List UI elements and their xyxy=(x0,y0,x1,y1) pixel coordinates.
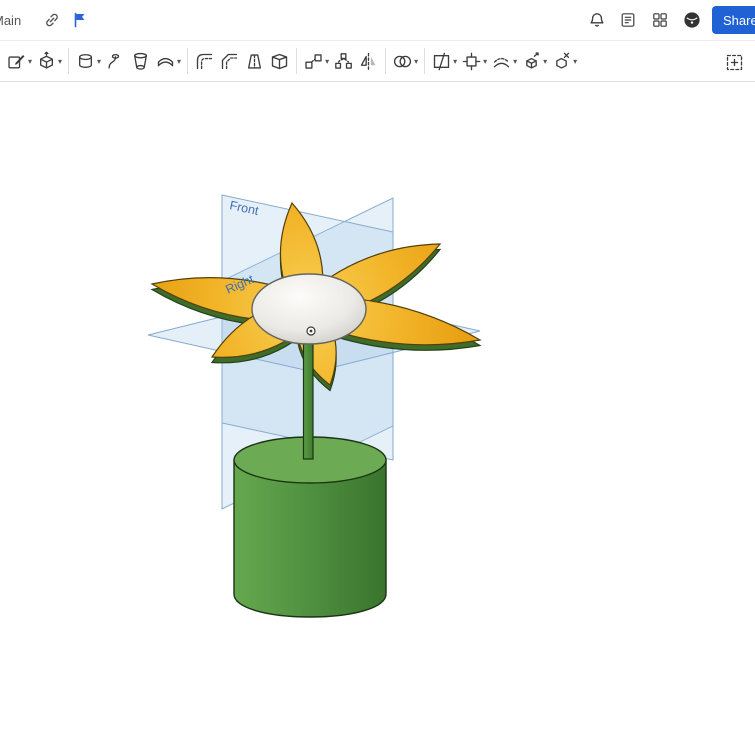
tool-fillet[interactable] xyxy=(193,49,216,74)
tool-boolean[interactable]: ▾ xyxy=(391,49,419,74)
origin-point-dot xyxy=(309,329,313,333)
chevron-down-icon: ▾ xyxy=(543,56,548,66)
tool-delete-face[interactable]: ▾ xyxy=(550,49,578,74)
help-icon[interactable] xyxy=(683,11,701,29)
tool-transform[interactable]: ▾ xyxy=(460,49,488,74)
chevron-down-icon: ▾ xyxy=(513,56,518,66)
tool-thicken[interactable]: ▾ xyxy=(154,49,182,74)
feature-toolbar: ▾ ▾ ▾ ▾ ▾ ▾ ▾ ▾ ▾ ▾ ▾ xyxy=(0,41,755,82)
chevron-down-icon: ▾ xyxy=(97,56,102,66)
chevron-down-icon: ▾ xyxy=(58,56,63,66)
chevron-down-icon: ▾ xyxy=(177,56,182,66)
topbar: Main xyxy=(0,0,755,41)
tool-offset-surface[interactable]: ▾ xyxy=(490,49,518,74)
model-canvas[interactable]: Front Right xyxy=(0,82,755,755)
apps-grid-icon[interactable] xyxy=(651,11,669,29)
document-tab-label[interactable]: Main xyxy=(0,13,21,28)
tool-loft[interactable] xyxy=(129,49,152,74)
tool-chamfer[interactable] xyxy=(218,49,241,74)
whats-new-icon[interactable] xyxy=(619,11,637,29)
tool-sweep[interactable] xyxy=(104,49,127,74)
toolbar-separator xyxy=(385,48,387,74)
tool-split[interactable]: ▾ xyxy=(430,49,458,74)
share-button[interactable]: Share xyxy=(712,6,755,34)
chevron-down-icon: ▾ xyxy=(483,56,488,66)
chevron-down-icon: ▾ xyxy=(325,56,330,66)
chevron-down-icon: ▾ xyxy=(453,56,458,66)
part-stem[interactable] xyxy=(302,331,314,460)
tool-mirror[interactable] xyxy=(357,49,380,74)
toolbar-separator xyxy=(68,48,70,74)
tool-shell[interactable] xyxy=(268,49,291,74)
toolbar-separator xyxy=(187,48,189,74)
toolbar-separator xyxy=(424,48,426,74)
notifications-bell-icon[interactable] xyxy=(588,11,606,29)
chevron-down-icon: ▾ xyxy=(573,56,578,66)
tool-draft[interactable] xyxy=(243,49,266,74)
tool-sketch[interactable]: ▾ xyxy=(5,49,33,74)
chevron-down-icon: ▾ xyxy=(28,56,33,66)
learning-flag-icon[interactable] xyxy=(71,11,89,29)
tool-extrude[interactable]: ▾ xyxy=(35,49,63,74)
toolbar-separator xyxy=(296,48,298,74)
tool-circular-pattern[interactable] xyxy=(332,49,355,74)
link-icon[interactable] xyxy=(43,11,61,29)
tool-box-select[interactable] xyxy=(723,50,746,75)
chevron-down-icon: ▾ xyxy=(414,56,419,66)
tool-revolve[interactable]: ▾ xyxy=(74,49,102,74)
tool-move-face[interactable]: ▾ xyxy=(520,49,548,74)
tool-linear-pattern[interactable]: ▾ xyxy=(302,49,330,74)
